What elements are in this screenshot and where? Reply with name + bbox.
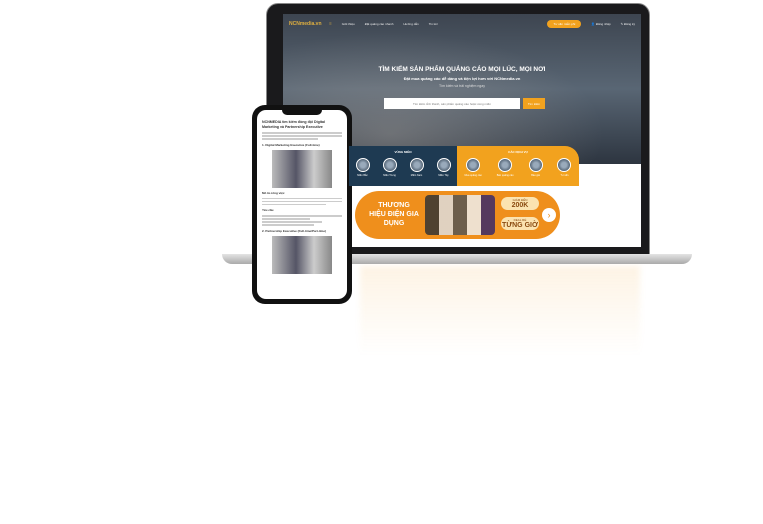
chevron-right-icon[interactable]: › bbox=[542, 208, 556, 222]
appliance-image bbox=[425, 195, 495, 235]
menu-icon[interactable]: ☰ bbox=[329, 22, 332, 26]
article-image bbox=[272, 149, 332, 188]
article-title: NCNMEDIA tìm kiếm đồng đội Digital Marke… bbox=[262, 120, 325, 129]
logo[interactable]: NCNmedia.vn bbox=[289, 21, 322, 27]
consult-button[interactable]: Tư vấn miễn phí bbox=[547, 20, 582, 28]
register-link[interactable]: ✎ Đăng ký bbox=[621, 22, 635, 26]
hero-subtitle-2: Tìm kiếm và trải nghiệm ngay bbox=[439, 84, 485, 88]
regions-title: VÙNG MIỀN bbox=[394, 150, 412, 154]
login-link[interactable]: 👤 Đăng nhập bbox=[591, 22, 610, 26]
banner-title: THƯƠNG HIỆU ĐIỆN GIA DỤNG bbox=[369, 202, 419, 227]
discount-pill: GIẢM ĐẾN 200K bbox=[501, 197, 539, 210]
service-image bbox=[498, 158, 513, 172]
nav-link[interactable]: Tin tức bbox=[429, 22, 438, 26]
service-image bbox=[466, 158, 481, 172]
region-item[interactable]: Miền Trung bbox=[382, 158, 397, 177]
search-input[interactable]: Tìm kiếm tỉnh thành, sản phẩm quảng cáo … bbox=[384, 98, 520, 109]
subheading: Yêu cầu bbox=[262, 208, 274, 212]
region-label: Miền Trung bbox=[383, 174, 396, 177]
region-image bbox=[436, 158, 451, 172]
service-item[interactable]: Báo giá bbox=[528, 158, 543, 177]
nav-link[interactable]: Đặt quảng cáo nhanh bbox=[365, 22, 394, 26]
nav-link[interactable]: Giới thiệu bbox=[342, 22, 355, 26]
region-label: Miền Nam bbox=[410, 174, 423, 177]
region-label: Miền Bắc bbox=[357, 174, 368, 177]
service-item[interactable]: Mua quảng cáo bbox=[464, 158, 482, 177]
service-item[interactable]: Tư vấn bbox=[557, 158, 572, 177]
nav-link[interactable]: Hướng dẫn bbox=[403, 22, 418, 26]
services-title: CÁC DỊCH VỤ bbox=[508, 150, 528, 154]
user-icon: 👤 bbox=[591, 22, 596, 26]
region-item[interactable]: Miền Tây bbox=[436, 158, 451, 177]
hero-subtitle: Đặt mua quảng cáo dễ dàng và tiện lợi hơ… bbox=[403, 76, 521, 81]
regions-panel: VÙNG MIỀN Miền Bắc Miền Trung Miền Nam M… bbox=[349, 146, 457, 186]
region-image bbox=[382, 158, 397, 172]
section-heading: 2. Partnership Executive (Full-time/Part… bbox=[262, 228, 327, 233]
search-button[interactable]: Tìm kiếm bbox=[523, 98, 545, 109]
services-panel: CÁC DỊCH VỤ Mua quảng cáo Bán quảng cáo … bbox=[457, 146, 579, 186]
service-label: Mua quảng cáo bbox=[464, 174, 482, 177]
section-heading: 1. Digital Marketing Executive (Full-tim… bbox=[262, 142, 320, 147]
phone-notch bbox=[282, 110, 322, 115]
region-label: Miền Tây bbox=[438, 174, 449, 177]
top-nav: NCNmedia.vn ☰ Giới thiệu Đặt quảng cáo n… bbox=[289, 18, 635, 30]
pill-value: 200K bbox=[511, 202, 529, 209]
hero-title: TÌM KIẾM SẢN PHẨM QUẢNG CÁO MỌI LÚC, MỌI… bbox=[378, 66, 546, 73]
service-image bbox=[528, 158, 543, 172]
pill-value: TỪNG GIỜ bbox=[502, 222, 538, 229]
article-image bbox=[272, 235, 332, 274]
service-item[interactable]: Bán quảng cáo bbox=[497, 158, 514, 177]
register-label: Đăng ký bbox=[623, 22, 635, 26]
phone-screen: NCNMEDIA tìm kiếm đồng đội Digital Marke… bbox=[257, 110, 347, 299]
service-label: Bán quảng cáo bbox=[496, 174, 514, 177]
login-label: Đăng nhập bbox=[595, 22, 611, 26]
region-item[interactable]: Miền Bắc bbox=[355, 158, 370, 177]
region-item[interactable]: Miền Nam bbox=[409, 158, 424, 177]
service-label: Báo giá bbox=[531, 174, 540, 177]
edit-icon: ✎ bbox=[620, 22, 624, 26]
promo-banner[interactable]: THƯƠNG HIỆU ĐIỆN GIA DỤNG GIẢM ĐẾN 200K D… bbox=[355, 191, 560, 239]
subheading: Mô tả công việc bbox=[262, 190, 285, 195]
reflection bbox=[360, 266, 640, 356]
region-image bbox=[409, 158, 424, 172]
region-image bbox=[355, 158, 370, 172]
service-image bbox=[557, 158, 572, 172]
service-label: Tư vấn bbox=[560, 174, 569, 177]
deal-pill: DEAL RẺ TỪNG GIỜ bbox=[501, 217, 539, 230]
phone-frame: NCNMEDIA tìm kiếm đồng đội Digital Marke… bbox=[252, 105, 352, 304]
